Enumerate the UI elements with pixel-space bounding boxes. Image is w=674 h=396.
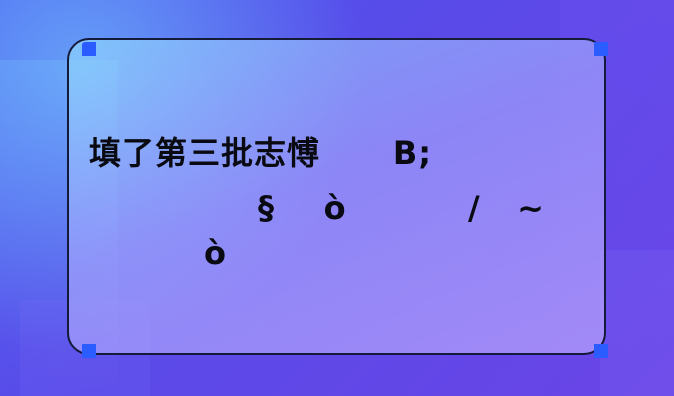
- corner-decoration: [82, 42, 100, 60]
- corner-decoration: [82, 340, 100, 358]
- corner-decoration: [590, 42, 608, 60]
- headline-line-3: ò: [204, 234, 227, 272]
- corner-decoration: [590, 340, 608, 358]
- background-shape: [600, 250, 674, 396]
- headline-line-1: 填了第三批志愽 B;: [89, 134, 433, 172]
- headline-line-2: § ò / ~: [258, 189, 545, 227]
